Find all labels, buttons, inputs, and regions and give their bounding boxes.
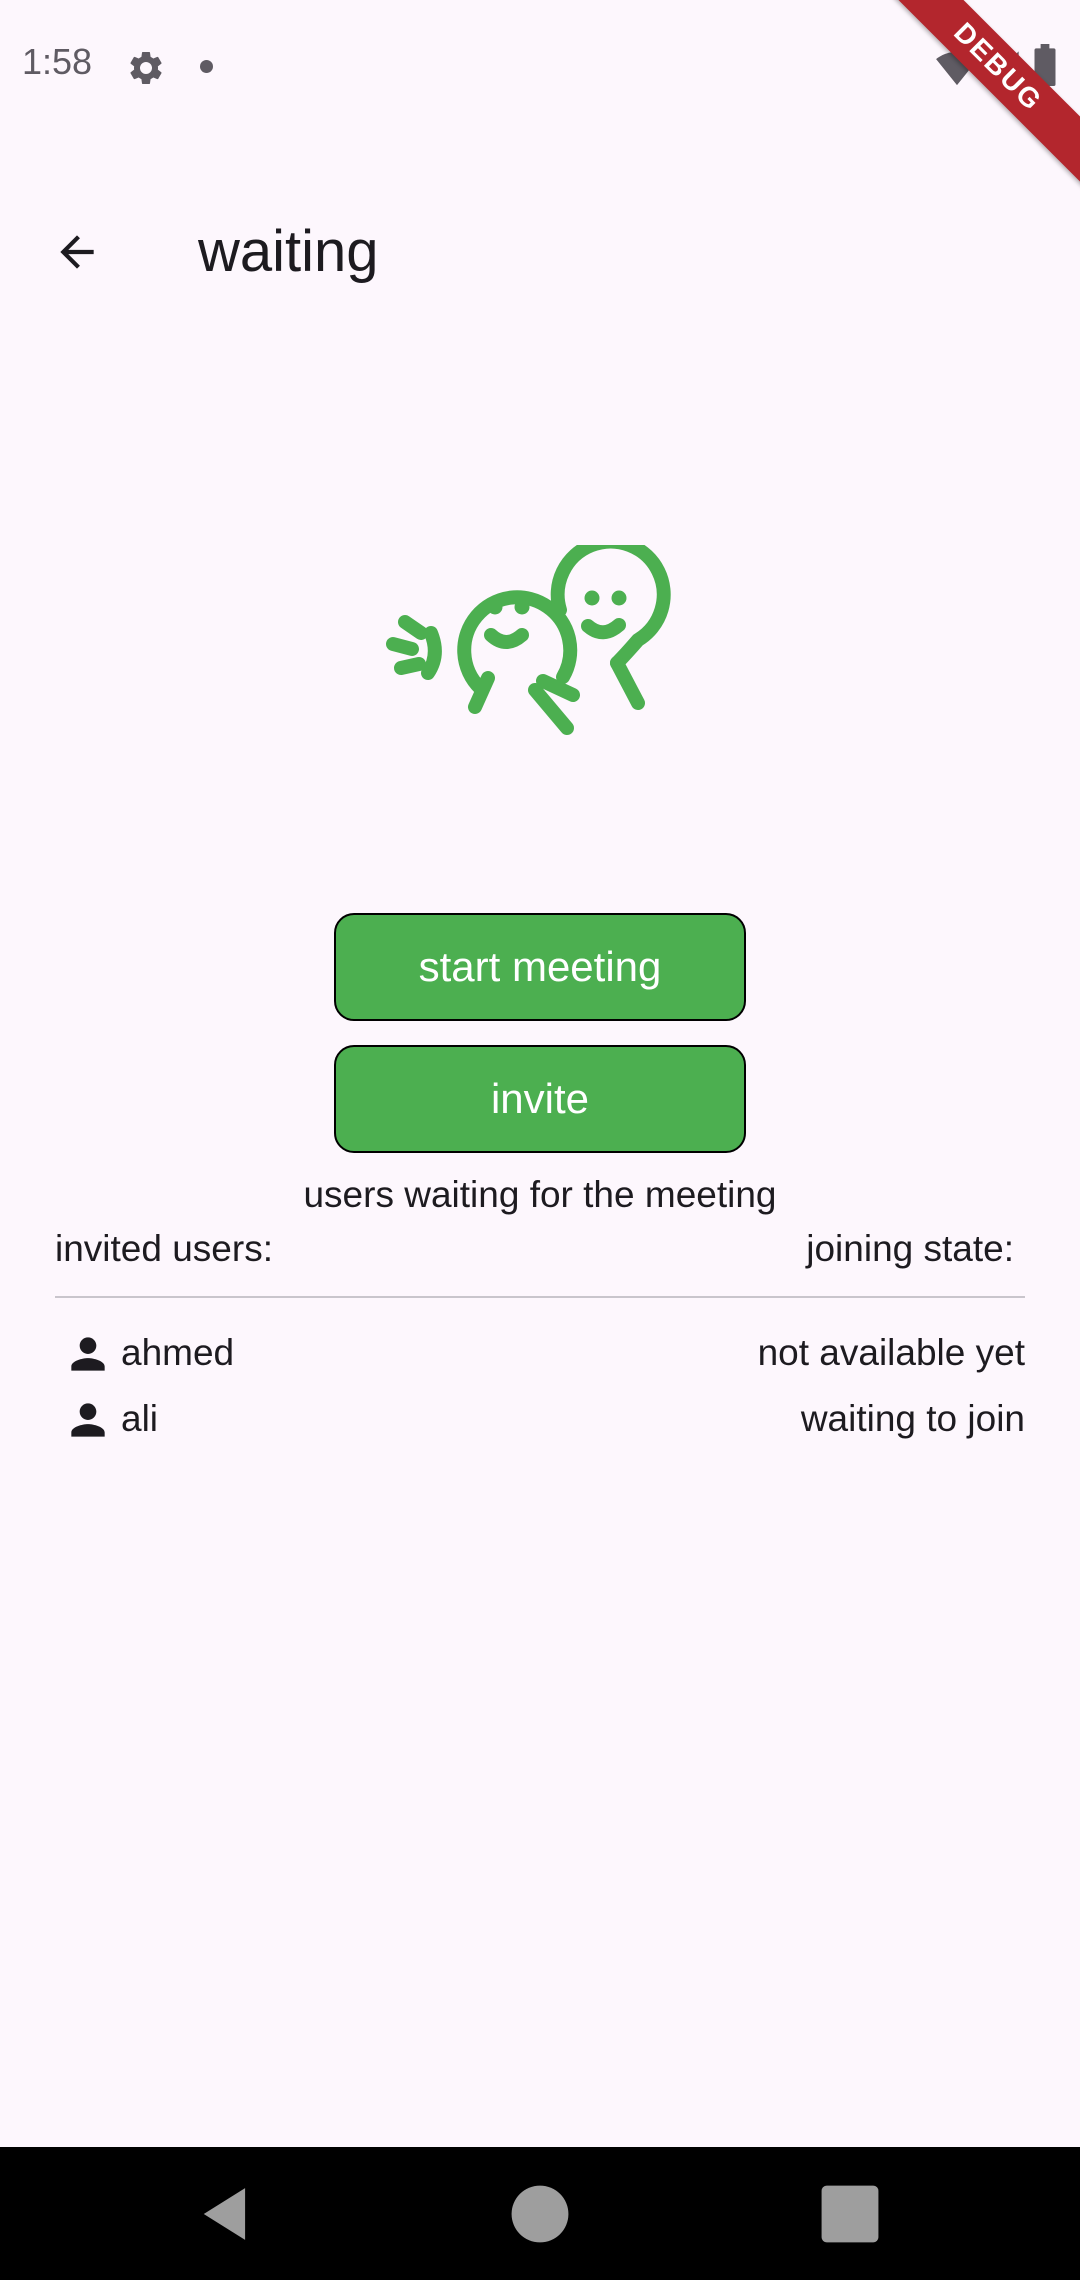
app-bar: waiting <box>0 185 1080 315</box>
two-friends-icon <box>386 545 671 735</box>
notification-dot-icon <box>200 60 213 73</box>
system-nav-bar <box>0 2147 1080 2280</box>
start-meeting-button[interactable]: start meeting <box>334 913 746 1021</box>
waiting-heading: users waiting for the meeting <box>303 1174 777 1215</box>
user-row-ali: ali waiting to join <box>55 1389 1025 1449</box>
user-joining-state: waiting to join <box>800 1398 1025 1439</box>
arrow-back-icon <box>60 235 94 269</box>
person-icon <box>71 1337 105 1371</box>
user-joining-state: not available yet <box>757 1332 1025 1373</box>
gear-icon <box>130 51 162 84</box>
person-icon <box>71 1403 105 1437</box>
user-name: ahmed <box>121 1332 235 1373</box>
invite-button[interactable]: invite <box>334 1045 746 1153</box>
user-name: ali <box>121 1398 159 1439</box>
status-time: 1:58 <box>22 41 93 82</box>
joining-state-header: joining state: <box>806 1228 1014 1269</box>
user-row-ahmed: ahmed not available yet <box>55 1323 1025 1383</box>
nav-recents-icon[interactable] <box>819 2183 881 2245</box>
nav-back-icon[interactable] <box>196 2183 258 2245</box>
page-title: waiting <box>198 219 379 284</box>
nav-home-icon[interactable] <box>509 2183 571 2245</box>
back-button[interactable] <box>40 215 114 289</box>
divider <box>55 1296 1025 1298</box>
invited-users-header: invited users: <box>55 1228 273 1269</box>
